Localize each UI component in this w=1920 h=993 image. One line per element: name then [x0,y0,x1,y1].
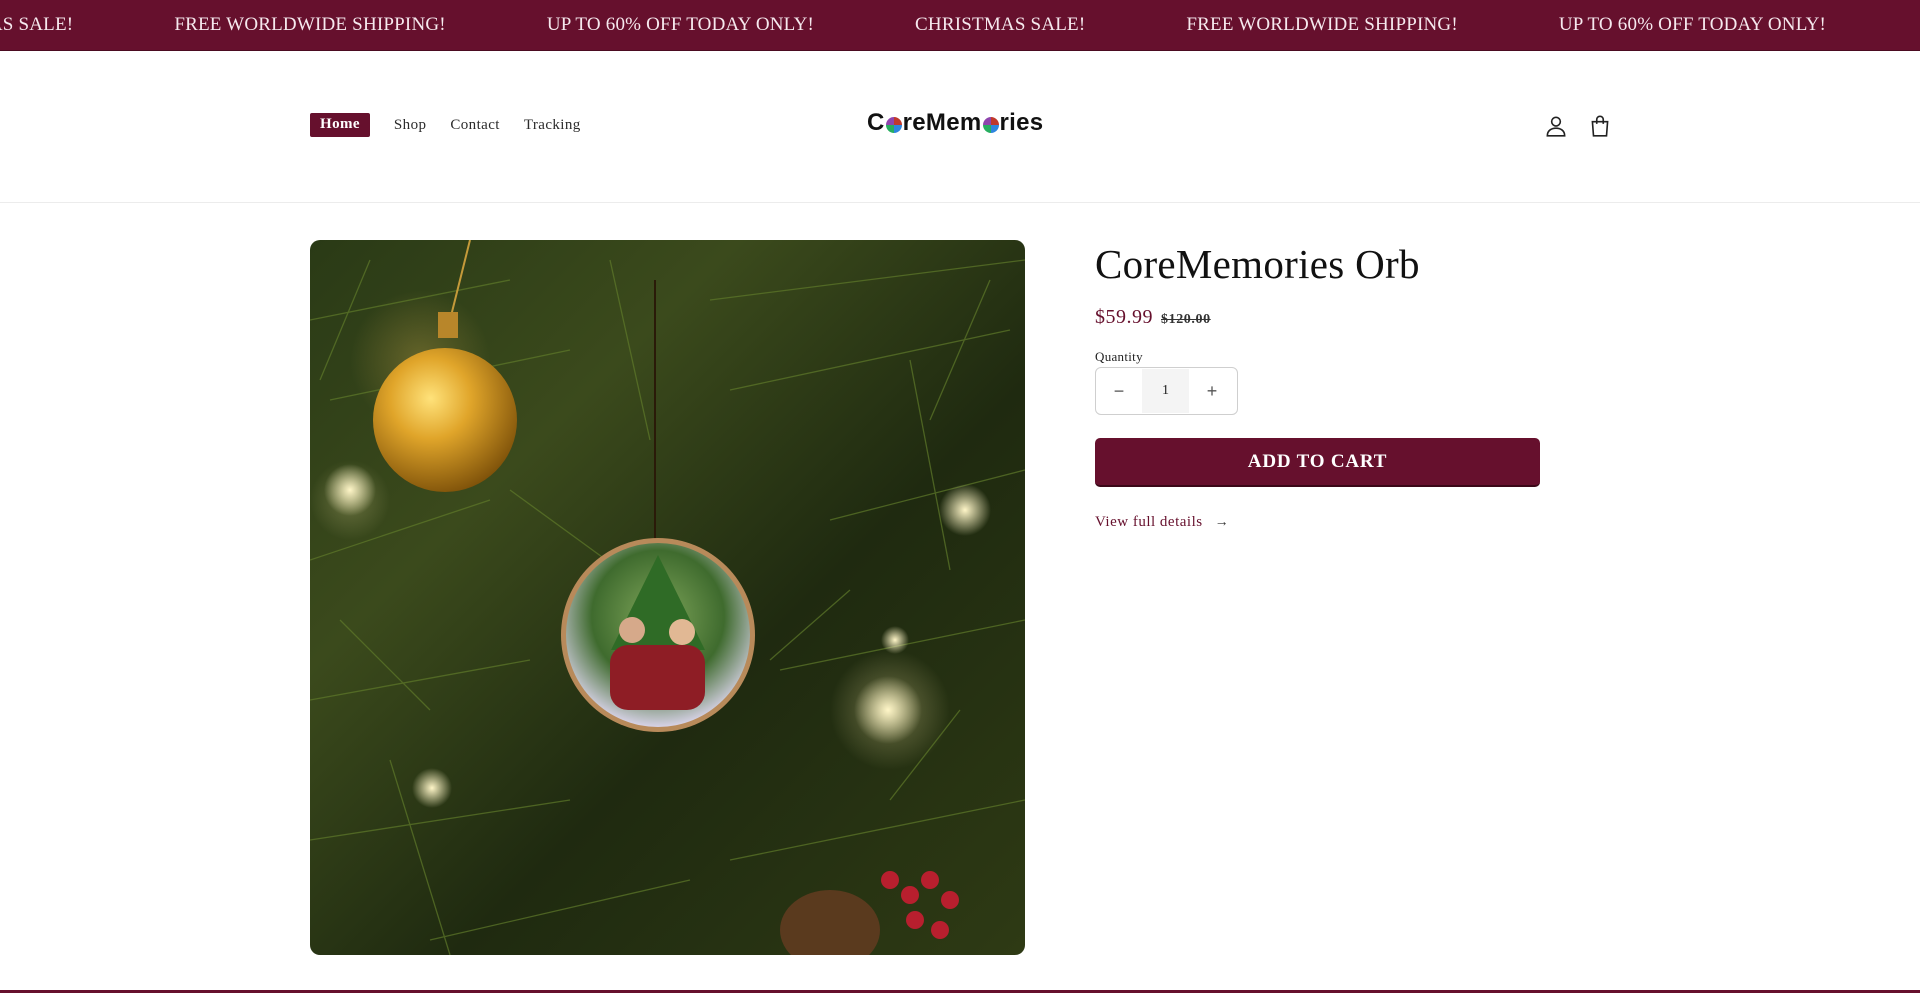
quantity-input[interactable]: 1 [1142,369,1189,413]
light-glow [881,626,909,654]
announcement-message: UP TO 60% OFF TODAY ONLY! [1558,14,1827,35]
quantity-increase-button[interactable]: + [1189,368,1235,414]
product-price: $59.99 $120.00 [1095,306,1211,329]
photo-person [669,619,695,645]
logo-text-part: ries [999,109,1044,136]
berries [881,871,959,939]
product-photo-illustration [310,240,1025,955]
light-glow [412,768,452,808]
view-full-details-label: View full details [1095,514,1203,530]
nav-item-tracking[interactable]: Tracking [524,117,581,134]
main-nav: Home Shop Contact Tracking [310,113,605,137]
announcement-message: CHRISTMAS SALE! [915,14,1086,35]
logo-orb-icon [885,117,902,133]
ornament-cap [438,312,458,338]
announcement-message: CHRISTMAS SALE! [0,14,74,35]
header-icons [1543,113,1631,139]
gold-ornament [373,348,517,492]
pinecone [780,890,880,955]
photo-person [619,617,645,643]
light-glow [939,484,991,536]
arrow-right-icon: → [1214,514,1230,530]
logo-text-part: reMem [902,109,982,136]
announcement-bar: CHRISTMAS SALE! FREE WORLDWIDE SHIPPING!… [0,0,1920,51]
view-full-details-link[interactable]: View full details → [1095,514,1229,531]
compare-price: $120.00 [1161,312,1211,327]
light-glow [324,464,376,516]
photo-pajamas [610,645,705,710]
site-logo[interactable]: CreMem ries [867,109,1043,137]
quantity-decrease-button[interactable]: − [1096,368,1142,414]
product-title: CoreMemories Orb [1095,241,1420,287]
add-to-cart-button[interactable]: ADD TO CART [1095,438,1540,487]
announcement-message: UP TO 60% OFF TODAY ONLY! [546,14,815,35]
logo-orb-icon [982,117,999,133]
nav-item-contact[interactable]: Contact [450,117,499,134]
announcement-track: CHRISTMAS SALE! FREE WORLDWIDE SHIPPING!… [0,0,1920,50]
cart-icon[interactable] [1587,113,1613,139]
nav-item-shop[interactable]: Shop [394,117,426,134]
announcement-message: FREE WORLDWIDE SHIPPING! [174,14,446,35]
nav-item-home[interactable]: Home [310,113,370,137]
announcement-message: FREE WORLDWIDE SHIPPING! [1186,14,1458,35]
light-glow [854,676,922,744]
quantity-label: Quantity [1095,349,1143,364]
product-image[interactable] [310,240,1025,955]
quantity-stepper: − 1 + [1095,367,1238,415]
sale-price: $59.99 [1095,306,1153,328]
logo-text-part: C [867,109,885,136]
ornament-string [449,240,471,321]
site-header: Home Shop Contact Tracking CreMem ries [0,51,1920,203]
account-icon[interactable] [1543,113,1569,139]
